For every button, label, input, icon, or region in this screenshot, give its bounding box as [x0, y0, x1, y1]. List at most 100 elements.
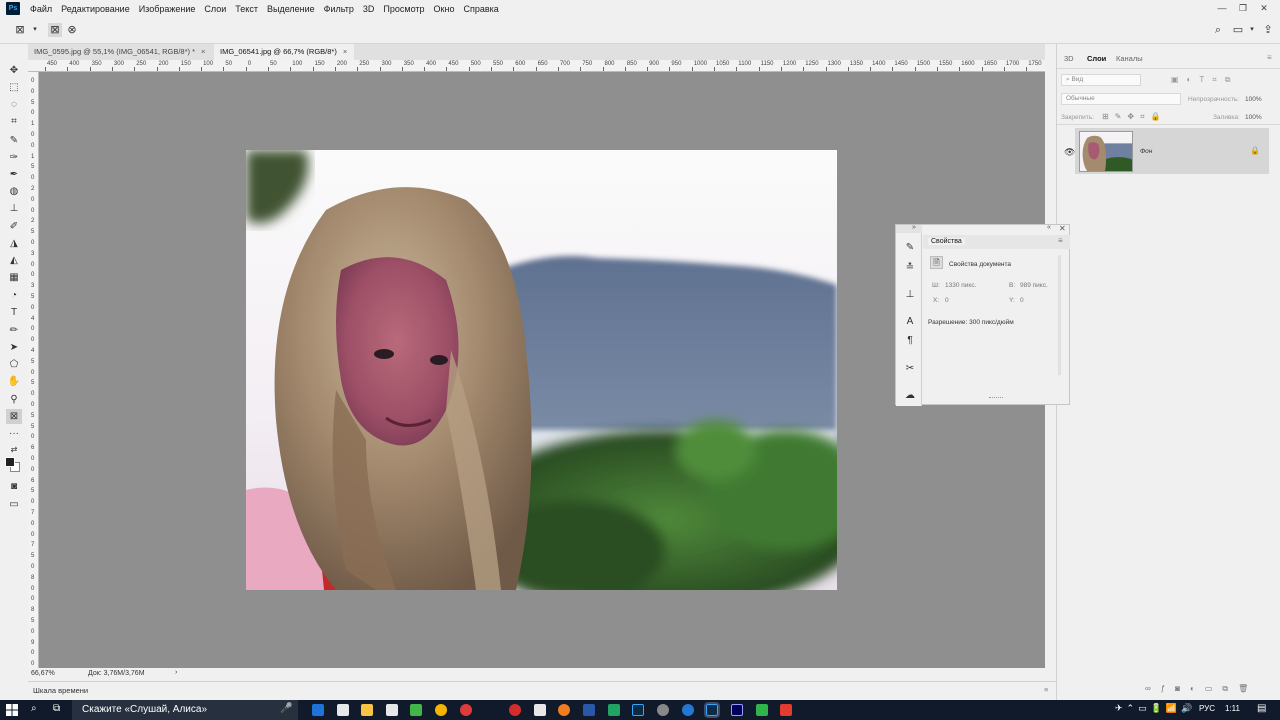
gradient-tool-icon[interactable]: ▦	[6, 270, 22, 285]
menu-type[interactable]: Текст	[235, 4, 258, 14]
close-icon[interactable]: ✕	[1258, 2, 1270, 14]
minimize-icon[interactable]: —	[1216, 2, 1228, 14]
yandex-icon[interactable]	[460, 704, 472, 716]
layer-name[interactable]: Фон	[1140, 148, 1152, 155]
height-value[interactable]: 989 пикс.	[1020, 282, 1048, 289]
notifications-icon[interactable]: ▤	[1257, 703, 1266, 714]
adjustments-icon[interactable]: ≛	[903, 261, 917, 274]
app-2-icon[interactable]	[583, 704, 595, 716]
app-5-icon[interactable]	[756, 704, 768, 716]
resize-grip[interactable]	[989, 397, 1003, 400]
app-icon[interactable]	[534, 704, 546, 716]
shape-tool-icon[interactable]: ⬠	[6, 357, 22, 372]
layer-filter-field[interactable]: ⌕ Вид	[1061, 74, 1141, 86]
stamp-tool-icon[interactable]: ⊥	[6, 201, 22, 216]
lasso-tool-icon[interactable]: ◌	[6, 97, 22, 112]
tab-layers[interactable]: Слои	[1087, 54, 1106, 63]
fill-value[interactable]: 100%	[1245, 114, 1262, 121]
visibility-eye-icon[interactable]: 👁	[1064, 147, 1075, 158]
ruler-horizontal[interactable]: 450 400 350 300 250 200 150 100 50 0 50 100 150 200 25…	[28, 60, 1045, 72]
y-value[interactable]: 0	[1020, 297, 1024, 304]
width-value[interactable]: 1330 пикс.	[945, 282, 976, 289]
task-view-icon[interactable]: ⧉	[53, 703, 60, 714]
clock[interactable]: 1:11	[1225, 704, 1240, 713]
tab-3d[interactable]: 3D	[1064, 54, 1074, 63]
app-6-icon[interactable]	[780, 704, 792, 716]
brush-settings-icon[interactable]: ✎	[903, 241, 917, 254]
layer-filter-icons[interactable]: ▣◐T⌗⧉	[1171, 75, 1239, 85]
menu-edit[interactable]: Редактирование	[61, 4, 130, 14]
menu-3d[interactable]: 3D	[363, 4, 375, 14]
path-select-tool-icon[interactable]: ➤	[6, 340, 22, 355]
eraser-2-tool-icon[interactable]: ◭	[6, 253, 22, 268]
more-tools-icon[interactable]: ···	[6, 426, 22, 441]
frame-tool-icon[interactable]: ⊠	[6, 409, 22, 424]
voice-search-box[interactable]: Скажите «Слушай, Алиса»	[72, 700, 298, 720]
telegram-icon[interactable]	[682, 704, 694, 716]
microphone-icon[interactable]: 🎤	[280, 703, 292, 714]
tab-channels[interactable]: Каналы	[1116, 54, 1143, 63]
photoshop-taskbar-icon[interactable]	[632, 704, 644, 716]
type-tool-icon[interactable]: T	[6, 305, 22, 320]
menu-filter[interactable]: Фильтр	[324, 4, 354, 14]
rectangle-frame-icon[interactable]: ⊠	[48, 23, 62, 37]
menu-select[interactable]: Выделение	[267, 4, 315, 14]
panel-grip[interactable]	[896, 225, 922, 233]
app-3-icon[interactable]	[608, 704, 620, 716]
quick-mask-icon[interactable]: ◙	[6, 479, 22, 494]
menu-layers[interactable]: Слои	[204, 4, 226, 14]
dodge-tool-icon[interactable]: ◔	[6, 288, 22, 303]
tab-img-0595[interactable]: IMG_0595.jpg @ 55,1% (IMG_06541, RGB/8*)…	[28, 44, 212, 60]
layer-actions-icons[interactable]: ∞ƒ◙◐▭⧉🗑	[1145, 684, 1258, 694]
language-indicator[interactable]: РУС	[1199, 704, 1215, 713]
timeline-label[interactable]: Шкала времени	[33, 686, 88, 695]
opacity-value[interactable]: 100%	[1245, 96, 1262, 103]
photoshop-logo-icon[interactable]: Ps	[6, 2, 20, 15]
hand-tool-icon[interactable]: ✋	[6, 374, 22, 389]
close-tab-icon[interactable]: ×	[343, 44, 347, 60]
layer-row-background[interactable]: Фон 🔒	[1075, 128, 1269, 174]
ellipse-frame-icon[interactable]: ⊗	[65, 23, 79, 37]
firefox-icon[interactable]	[558, 704, 570, 716]
workspace-icon[interactable]: ▭	[1231, 23, 1245, 37]
marquee-tool-icon[interactable]: ⬚	[6, 80, 22, 95]
x-value[interactable]: 0	[945, 297, 949, 304]
share-icon[interactable]: ⇪	[1261, 23, 1275, 37]
tab-img-06541[interactable]: IMG_06541.jpg @ 66,7% (RGB/8*) ×	[214, 44, 354, 60]
mail-icon[interactable]	[386, 704, 398, 716]
properties-title[interactable]: Свойства	[928, 238, 965, 245]
swap-colors-icon[interactable]: ⇄	[6, 442, 22, 457]
paragraph-icon[interactable]: ¶	[903, 334, 917, 347]
chrome-icon[interactable]	[435, 704, 447, 716]
tray-icons[interactable]: ✈⌃▭🔋📶🔊	[1115, 703, 1196, 714]
lock-icon[interactable]: 🔒	[1250, 146, 1260, 155]
panel-menu-icon[interactable]: ≡	[1058, 236, 1063, 245]
expand-arrows-icon[interactable]: «	[1047, 224, 1051, 231]
green-app-icon[interactable]	[410, 704, 422, 716]
screen-mode-icon[interactable]: ▭	[6, 497, 22, 512]
app-4-icon[interactable]	[657, 704, 669, 716]
chevron-down-icon[interactable]: ▾	[1245, 23, 1259, 37]
menu-file[interactable]: Файл	[30, 4, 52, 14]
blend-mode-select[interactable]: Обычные	[1061, 93, 1181, 105]
clone-source-icon[interactable]: ⊥	[903, 288, 917, 301]
menu-image[interactable]: Изображение	[139, 4, 196, 14]
windows-start-icon[interactable]	[6, 704, 18, 716]
restore-icon[interactable]: ❐	[1237, 2, 1249, 14]
store-icon[interactable]	[337, 704, 349, 716]
foreground-color-swatch[interactable]	[5, 457, 15, 467]
close-tab-icon[interactable]: ×	[201, 44, 205, 60]
lock-icons[interactable]: ⊞✎✥⌗🔒	[1102, 112, 1167, 122]
close-panel-icon[interactable]: ✕	[1059, 224, 1066, 233]
scrollbar[interactable]	[1058, 255, 1061, 375]
eyedropper-tool-icon[interactable]: ✑	[6, 150, 22, 165]
healing-tool-icon[interactable]: ◍	[6, 184, 22, 199]
file-explorer-icon[interactable]	[361, 704, 373, 716]
zoom-tool-icon[interactable]: ⚲	[6, 392, 22, 407]
menu-view[interactable]: Просмотр	[383, 4, 424, 14]
search-icon[interactable]: ⌕	[31, 703, 37, 714]
document-photo[interactable]	[246, 150, 837, 590]
pen-tool-icon[interactable]: ✏	[6, 323, 22, 338]
premiere-icon[interactable]	[731, 704, 743, 716]
crop-tool-icon[interactable]: ⌗	[6, 114, 22, 129]
